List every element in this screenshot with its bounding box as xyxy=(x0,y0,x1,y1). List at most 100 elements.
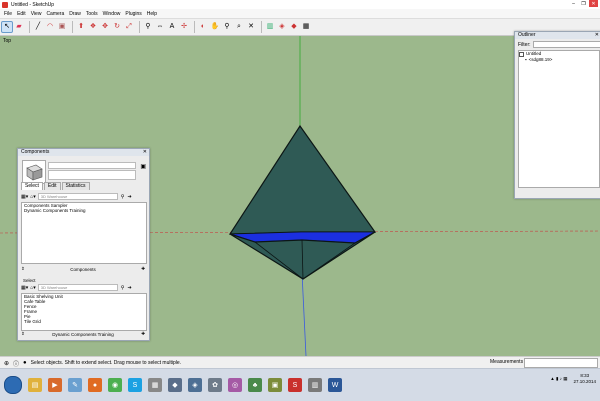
search-icon[interactable]: ⚲ xyxy=(121,194,125,200)
app-icon[interactable]: ✿ xyxy=(208,378,222,392)
navigate-forward-icon[interactable]: ➔ xyxy=(127,285,131,291)
app-icon[interactable]: ◎ xyxy=(228,378,242,392)
text-tool-icon[interactable]: A xyxy=(167,22,177,32)
component-description-field[interactable] xyxy=(48,170,136,180)
measurements-input[interactable] xyxy=(524,358,598,368)
extension-warehouse-icon[interactable]: ▦ xyxy=(301,22,311,32)
app-icon[interactable]: ♣ xyxy=(248,378,262,392)
menu-view[interactable]: View xyxy=(31,11,42,17)
paint-icon[interactable]: ✎ xyxy=(68,378,82,392)
move-tool-icon[interactable]: ✥ xyxy=(100,22,110,32)
app-icon[interactable]: ▥ xyxy=(308,378,322,392)
window-title: Untitled - SketchUp xyxy=(11,2,54,8)
navigate-forward-icon[interactable]: ➔ xyxy=(127,194,131,200)
arc-tool-icon[interactable]: ◠ xyxy=(45,22,55,32)
zoom-tool-icon[interactable]: ⚲ xyxy=(222,22,232,32)
select-tool-icon[interactable]: ↖ xyxy=(2,22,12,32)
credits-icon[interactable]: ⓘ xyxy=(13,359,19,368)
axes-tool-icon[interactable]: ✢ xyxy=(179,22,189,32)
panel-title-text: Components xyxy=(21,149,49,155)
toolbar-separator xyxy=(194,21,195,33)
menu-plugins[interactable]: Plugins xyxy=(125,11,141,17)
tab-select[interactable]: Select xyxy=(21,182,43,190)
app-icon[interactable]: ◈ xyxy=(188,378,202,392)
eraser-tool-icon[interactable]: ▰ xyxy=(14,22,24,32)
outliner-filter-input[interactable] xyxy=(533,41,600,48)
add-icon[interactable]: ✚ xyxy=(141,266,145,272)
view-options-icon[interactable]: ▦▾ xyxy=(21,285,28,291)
app-icon[interactable]: ◆ xyxy=(168,378,182,392)
pan-tool-icon[interactable]: ✋ xyxy=(210,22,220,32)
close-icon[interactable]: ✕ xyxy=(595,32,599,39)
chrome-icon[interactable]: ◉ xyxy=(108,378,122,392)
components-panel: Components ✕ ▣ Select Edit Statistics ▦▾… xyxy=(17,148,150,341)
menu-draw[interactable]: Draw xyxy=(69,11,81,17)
push-pull-tool-icon[interactable]: ⬆ xyxy=(76,22,86,32)
close-icon[interactable]: ✕ xyxy=(143,149,147,156)
outliner-panel: Outliner ✕ Filter: ➔ Untitled ▪ <sdg88.1… xyxy=(514,31,600,199)
tool-icon[interactable]: ▦ xyxy=(148,378,162,392)
tray-icons[interactable]: ▲ ▮ ♪ ▦ xyxy=(550,376,567,382)
toolbar-separator xyxy=(29,21,30,33)
menu-tools[interactable]: Tools xyxy=(86,11,98,17)
rotate-tool-icon[interactable]: ↻ xyxy=(112,22,122,32)
view-options-icon[interactable]: ▦▾ xyxy=(21,194,28,200)
search-icon[interactable]: ⚲ xyxy=(121,285,125,291)
sketchup-taskbar-icon[interactable]: S xyxy=(288,378,302,392)
geo-location-icon[interactable]: ⊕ xyxy=(4,360,9,367)
warehouse-icon[interactable]: ▥ xyxy=(265,22,275,32)
component-name-field[interactable] xyxy=(48,162,136,169)
scale-tool-icon[interactable]: ⤢ xyxy=(124,22,134,32)
shape-tool-icon[interactable]: ▣ xyxy=(57,22,67,32)
outliner-tree[interactable]: Untitled ▪ <sdg88.19> xyxy=(518,50,600,188)
window-controls: – ❐ ✕ xyxy=(568,0,598,7)
menu-file[interactable]: File xyxy=(4,11,12,17)
view-label: Top xyxy=(3,38,11,44)
home-icon[interactable]: ⌂▾ xyxy=(30,194,36,200)
secondary-collection-name: Dynamic Components Training xyxy=(25,332,141,337)
components-search-input[interactable]: 3D Warehouse xyxy=(38,193,118,200)
minimize-button[interactable]: – xyxy=(569,0,578,7)
components-list-footer: ⇕ Components ✚ xyxy=(21,266,145,272)
tab-statistics[interactable]: Statistics xyxy=(62,182,90,190)
components-collection-list[interactable]: Components Sampler Dynamic Components Tr… xyxy=(21,202,147,264)
media-player-icon[interactable]: ▶ xyxy=(48,378,62,392)
menu-help[interactable]: Help xyxy=(147,11,157,17)
tape-measure-tool-icon[interactable]: ⚲ xyxy=(143,22,153,32)
list-item[interactable]: Tile Grid xyxy=(22,319,146,324)
outliner-filter-row: Filter: ➔ xyxy=(518,41,600,48)
word-icon[interactable]: W xyxy=(328,378,342,392)
follow-me-tool-icon[interactable]: ❖ xyxy=(88,22,98,32)
orbit-tool-icon[interactable]: ◐ xyxy=(198,22,208,32)
maximize-button[interactable]: ❐ xyxy=(579,0,588,7)
secondary-section-label: Select xyxy=(21,278,36,283)
close-button[interactable]: ✕ xyxy=(589,0,598,7)
start-button[interactable] xyxy=(4,376,22,394)
tree-child-label: <sdg88.19> xyxy=(529,57,553,63)
menu-edit[interactable]: Edit xyxy=(17,11,26,17)
app-icon[interactable]: ▣ xyxy=(268,378,282,392)
clock[interactable]: 8:33 27.10.2014 xyxy=(573,373,596,385)
secondary-collection-list[interactable]: Basic Shelving Unit Cafe Table Fence Fra… xyxy=(21,293,147,331)
pyramid-upper-face[interactable] xyxy=(230,126,375,234)
add-icon[interactable]: ✚ xyxy=(141,331,145,337)
secondary-search-input[interactable]: 3D Warehouse xyxy=(38,284,118,291)
skype-icon[interactable]: S xyxy=(128,378,142,392)
tab-edit[interactable]: Edit xyxy=(44,182,61,190)
share-model-icon[interactable]: ◈ xyxy=(277,22,287,32)
components-icon[interactable]: ◆ xyxy=(289,22,299,32)
user-icon[interactable]: ● xyxy=(23,360,27,366)
zoom-window-tool-icon[interactable]: ⌕ xyxy=(234,22,244,32)
details-menu-icon[interactable]: ▣ xyxy=(140,163,146,170)
list-item[interactable]: Dynamic Components Training xyxy=(22,208,146,213)
tree-child[interactable]: ▪ <sdg88.19> xyxy=(519,57,599,63)
home-icon[interactable]: ⌂▾ xyxy=(30,285,36,291)
firefox-icon[interactable]: ● xyxy=(88,378,102,392)
zoom-extents-tool-icon[interactable]: ✕ xyxy=(246,22,256,32)
menu-camera[interactable]: Camera xyxy=(46,11,64,17)
menu-window[interactable]: Window xyxy=(103,11,121,17)
explorer-icon[interactable]: ▤ xyxy=(28,378,42,392)
line-tool-icon[interactable]: ╱ xyxy=(33,22,43,32)
toolbar-separator xyxy=(139,21,140,33)
dimension-tool-icon[interactable]: ⇔ xyxy=(155,22,165,32)
